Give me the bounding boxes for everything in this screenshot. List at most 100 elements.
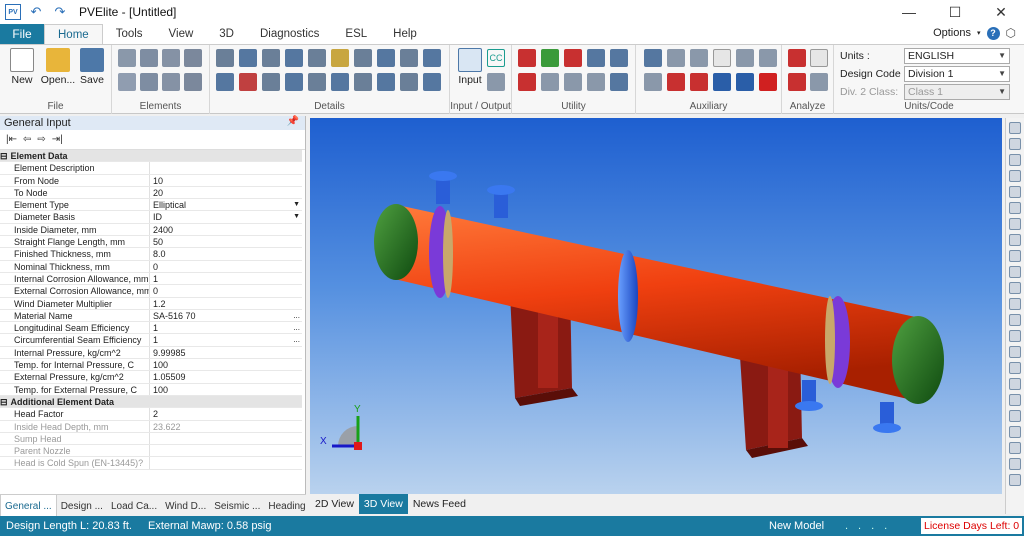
torispherical-head-icon[interactable] bbox=[162, 73, 180, 91]
tubesheet-icon[interactable] bbox=[377, 49, 395, 67]
section-header[interactable]: ⊟ Additional Element Data bbox=[0, 395, 302, 409]
property-value[interactable]: 100 bbox=[150, 384, 302, 395]
halfpipe-icon[interactable] bbox=[262, 73, 280, 91]
property-value[interactable]: 50 bbox=[150, 236, 302, 247]
property-value[interactable]: 0 bbox=[150, 261, 302, 272]
property-value[interactable] bbox=[150, 433, 302, 444]
ellipsis-button[interactable]: ... bbox=[293, 322, 300, 333]
new-button[interactable]: New bbox=[6, 48, 38, 96]
view-iso-icon[interactable] bbox=[1009, 218, 1021, 230]
tab-load-cases[interactable]: Load Ca... bbox=[107, 495, 161, 517]
maximize-button[interactable]: ☐ bbox=[932, 0, 978, 24]
nozzle-icon[interactable] bbox=[239, 49, 257, 67]
packing-icon[interactable] bbox=[331, 49, 349, 67]
select-icon[interactable] bbox=[1009, 394, 1021, 406]
section-icon[interactable] bbox=[1009, 442, 1021, 454]
force-moment-icon[interactable] bbox=[285, 49, 303, 67]
property-value[interactable] bbox=[150, 457, 302, 468]
clip-icon[interactable] bbox=[354, 73, 372, 91]
pdf-icon[interactable] bbox=[759, 73, 777, 91]
property-value[interactable]: 23.622 bbox=[150, 421, 302, 432]
minimize-button[interactable]: — bbox=[886, 0, 932, 24]
ellipsis-button[interactable]: ... bbox=[293, 310, 300, 321]
property-value[interactable]: 9.99985 bbox=[150, 347, 302, 358]
spherical-head-icon[interactable] bbox=[140, 73, 158, 91]
chevron-down-icon[interactable]: ▼ bbox=[293, 211, 300, 222]
funnel-icon[interactable] bbox=[541, 49, 559, 67]
tab-diagnostics[interactable]: Diagnostics bbox=[247, 24, 332, 44]
support-icon[interactable] bbox=[667, 49, 685, 67]
property-value[interactable]: 1... bbox=[150, 334, 302, 345]
stiffening-ring-icon[interactable] bbox=[216, 49, 234, 67]
cylinder-utility-icon[interactable] bbox=[564, 73, 582, 91]
property-value[interactable]: 20 bbox=[150, 187, 302, 198]
last-element-icon[interactable]: ⇥| bbox=[52, 134, 63, 145]
section-header[interactable]: ⊟ Element Data bbox=[0, 150, 302, 163]
liquid-icon[interactable] bbox=[285, 73, 303, 91]
ellipsis-button[interactable]: ... bbox=[293, 334, 300, 345]
close-button[interactable]: ✕ bbox=[978, 0, 1024, 24]
tab-tools[interactable]: Tools bbox=[103, 24, 156, 44]
units-select[interactable]: ENGLISH ▼ bbox=[904, 48, 1010, 64]
tab-heading[interactable]: Heading bbox=[264, 495, 309, 517]
property-value[interactable]: 1.2 bbox=[150, 298, 302, 309]
link-icon[interactable] bbox=[610, 49, 628, 67]
ring-icon[interactable] bbox=[587, 73, 605, 91]
pin-icon[interactable]: 📌 bbox=[287, 116, 299, 127]
tray-icon[interactable] bbox=[308, 73, 326, 91]
tab-view[interactable]: View bbox=[156, 24, 207, 44]
rotate-view-icon[interactable] bbox=[1009, 346, 1021, 358]
view-front-icon[interactable] bbox=[1009, 122, 1021, 134]
trash-icon[interactable] bbox=[541, 73, 559, 91]
report-icon[interactable] bbox=[810, 49, 828, 67]
pointer-icon[interactable] bbox=[1009, 410, 1021, 422]
chevron-down-icon[interactable]: ▼ bbox=[293, 199, 300, 210]
input-button[interactable]: Input bbox=[454, 48, 486, 96]
utility-a-icon[interactable] bbox=[518, 73, 536, 91]
tab-news-feed[interactable]: News Feed bbox=[408, 494, 471, 514]
file-menu-button[interactable]: File bbox=[0, 24, 44, 44]
settings-view-icon[interactable] bbox=[1009, 474, 1021, 486]
cone-element-icon[interactable] bbox=[162, 49, 180, 67]
move-icon[interactable] bbox=[1009, 378, 1021, 390]
pan-icon[interactable] bbox=[1009, 314, 1021, 326]
property-value[interactable]: 1.05509 bbox=[150, 371, 302, 382]
chart-icon[interactable] bbox=[667, 73, 685, 91]
tab-2d-view[interactable]: 2D View bbox=[310, 494, 359, 514]
measure-icon[interactable] bbox=[1009, 426, 1021, 438]
tab-3d[interactable]: 3D bbox=[206, 24, 247, 44]
property-value[interactable]: ID ▼ bbox=[150, 211, 302, 222]
print-view-icon[interactable] bbox=[1009, 458, 1021, 470]
rotate-icon[interactable] bbox=[564, 49, 582, 67]
tab-general-input[interactable]: General ... bbox=[0, 495, 57, 517]
property-value[interactable]: 0 bbox=[150, 285, 302, 296]
tower-icon[interactable] bbox=[736, 49, 754, 67]
hydro-icon[interactable] bbox=[759, 49, 777, 67]
legs-icon[interactable] bbox=[216, 73, 234, 91]
3d-viewport[interactable]: Y X bbox=[310, 118, 1002, 494]
body-flange-icon[interactable] bbox=[184, 73, 202, 91]
options-menu[interactable]: Options bbox=[933, 27, 971, 39]
welded-flat-icon[interactable] bbox=[184, 49, 202, 67]
view-iso3-icon[interactable] bbox=[1009, 250, 1021, 262]
analyze-run-icon[interactable] bbox=[788, 49, 806, 67]
view-left-icon[interactable] bbox=[1009, 186, 1021, 198]
previous-element-icon[interactable]: ⇦ bbox=[23, 134, 31, 145]
export-icon[interactable] bbox=[487, 73, 505, 91]
open-button[interactable]: Open... bbox=[40, 48, 76, 96]
cylinder-element-icon[interactable] bbox=[118, 49, 136, 67]
tab-esl[interactable]: ESL bbox=[332, 24, 380, 44]
first-element-icon[interactable]: |⇤ bbox=[6, 134, 17, 145]
cc-icon[interactable]: CC bbox=[487, 49, 505, 67]
zoom-window-icon[interactable] bbox=[1009, 298, 1021, 310]
property-value[interactable]: 2400 bbox=[150, 224, 302, 235]
saddle-icon[interactable] bbox=[354, 49, 372, 67]
orbit-icon[interactable] bbox=[1009, 330, 1021, 342]
view-iso4-icon[interactable] bbox=[1009, 266, 1021, 278]
tab-wind-data[interactable]: Wind D... bbox=[161, 495, 210, 517]
insulation-icon[interactable] bbox=[400, 49, 418, 67]
flange-element-icon[interactable] bbox=[118, 73, 136, 91]
lug-icon[interactable] bbox=[239, 73, 257, 91]
weight-icon[interactable] bbox=[262, 49, 280, 67]
next-element-icon[interactable]: ⇨ bbox=[37, 134, 45, 145]
